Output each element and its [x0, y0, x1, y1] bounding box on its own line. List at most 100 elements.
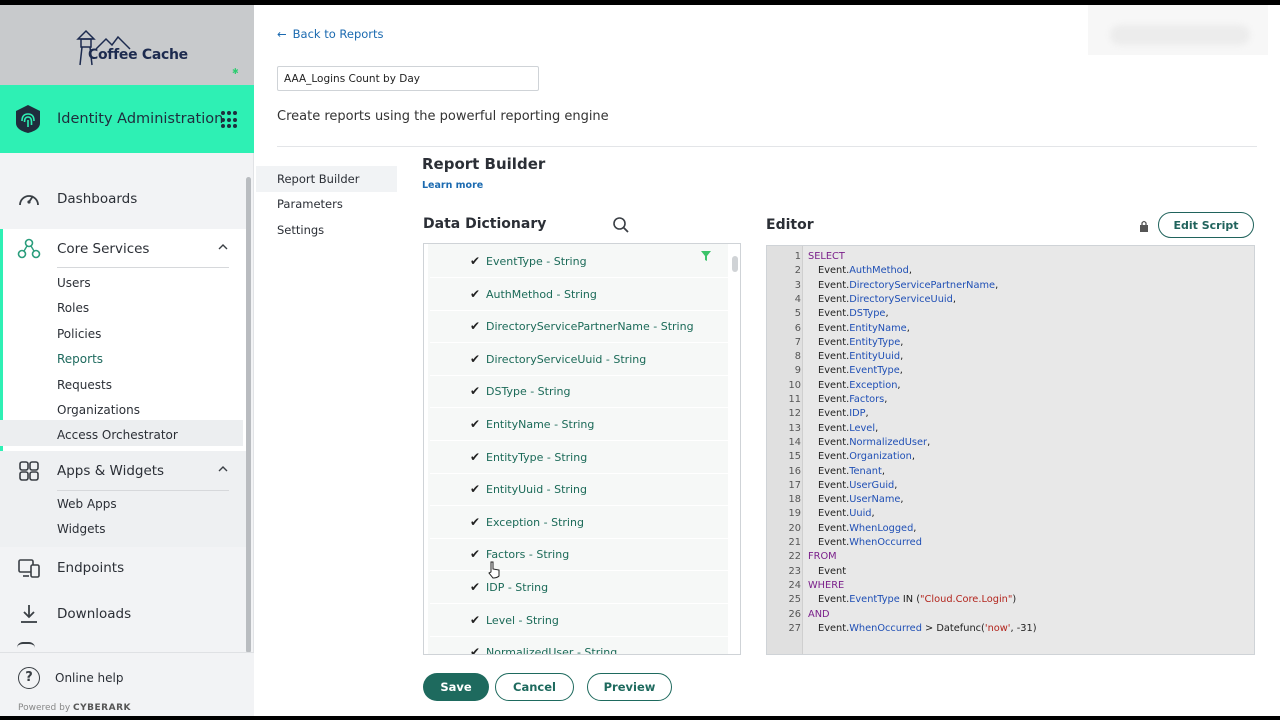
- field-label: DirectoryServicePartnerName - String: [486, 320, 694, 334]
- download-icon: [21, 605, 37, 623]
- code-line: 7 Event.EntityType,: [767, 336, 1247, 350]
- sql-expression: Event.EntityType,: [818, 336, 903, 350]
- checkbox-checked-icon[interactable]: ✔: [470, 646, 482, 654]
- checkbox-checked-icon[interactable]: ✔: [470, 418, 482, 430]
- checkbox-checked-icon[interactable]: ✔: [470, 516, 482, 528]
- list-item[interactable]: ✔ EntityType - String: [430, 442, 728, 474]
- sidebar-item-reports[interactable]: Reports: [57, 352, 103, 366]
- chevron-up-icon[interactable]: [217, 241, 229, 253]
- sql-token: UserGuid: [849, 479, 895, 491]
- sql-token: Event.: [818, 537, 850, 548]
- learn-more-link[interactable]: Learn more: [422, 180, 483, 191]
- cancel-button[interactable]: Cancel: [495, 673, 574, 701]
- sidebar-item-roles[interactable]: Roles: [57, 301, 89, 315]
- code-line: 19 Event.Uuid,: [767, 507, 1247, 521]
- list-item[interactable]: ✔ Factors - String: [430, 539, 728, 572]
- checkbox-checked-icon[interactable]: ✔: [470, 614, 482, 626]
- field-label: NormalizedUser - String: [486, 646, 618, 655]
- sql-expression: Event: [818, 565, 846, 579]
- tab-parameters[interactable]: Parameters: [277, 197, 343, 211]
- list-item[interactable]: ✔ DirectoryServicePartnerName - String: [430, 311, 728, 344]
- sql-editor[interactable]: 1 SELECT 2 Event.AuthMethod, 3 Event.Director…: [766, 245, 1255, 655]
- list-item[interactable]: ✔ NormalizedUser - String: [430, 637, 728, 655]
- line-number: 14: [788, 436, 801, 448]
- sql-keyword: WHERE: [808, 579, 845, 591]
- help-icon[interactable]: ?: [18, 667, 40, 689]
- list-item[interactable]: ✔ Level - String: [430, 605, 728, 637]
- sidebar-item-policies[interactable]: Policies: [57, 327, 101, 341]
- checkbox-checked-icon[interactable]: ✔: [470, 385, 482, 397]
- tab-report-builder[interactable]: Report Builder: [277, 172, 359, 186]
- sidebar-item-access-orchestrator[interactable]: Access Orchestrator: [57, 428, 178, 442]
- data-dictionary-list[interactable]: ✔ EventType - String ✔ AuthMethod - String ✔…: [423, 243, 741, 655]
- field-label: Factors - String: [486, 548, 570, 562]
- code-line: 15 Event.Organization,: [767, 450, 1247, 464]
- filter-icon[interactable]: [700, 250, 712, 262]
- checkbox-checked-icon[interactable]: ✔: [470, 353, 482, 365]
- sidebar: Coffee Cache ✱ Identity Administration D…: [0, 5, 254, 716]
- line-number: 19: [788, 508, 801, 520]
- sidebar-scrollbar[interactable]: [246, 177, 251, 653]
- preview-button[interactable]: Preview: [587, 673, 672, 701]
- sidebar-item-endpoints[interactable]: Endpoints: [0, 548, 246, 588]
- sidebar-item-downloads[interactable]: Downloads: [0, 594, 246, 634]
- list-item[interactable]: ✔ EntityUuid - String: [430, 474, 728, 507]
- sidebar-item-apps-widgets[interactable]: Apps & Widgets: [0, 451, 246, 491]
- sql-expression: Event.DirectoryServicePartnerName,: [818, 279, 998, 293]
- code-line: 21 Event.WhenOccurred: [767, 536, 1247, 550]
- sql-token: EntityName: [849, 322, 907, 334]
- settings-icon[interactable]: [17, 642, 35, 652]
- list-item[interactable]: ✔ EventType - String: [430, 246, 728, 278]
- list-item[interactable]: ✔ AuthMethod - String: [430, 279, 728, 311]
- list-item[interactable]: ✔ EntityName - String: [430, 409, 728, 441]
- field-label: EntityType - String: [486, 450, 588, 464]
- sidebar-item-web-apps[interactable]: Web Apps: [57, 497, 117, 511]
- user-menu-button[interactable]: [1110, 25, 1250, 45]
- sidebar-item-organizations[interactable]: Organizations: [57, 403, 140, 417]
- arrow-left-icon: ←: [277, 27, 287, 41]
- code-line: 2 Event.AuthMethod,: [767, 264, 1247, 278]
- sql-token: Event.: [818, 351, 850, 363]
- checkbox-checked-icon[interactable]: ✔: [470, 451, 482, 463]
- sql-token: ,: [913, 522, 917, 534]
- checkbox-checked-icon[interactable]: ✔: [470, 288, 482, 300]
- online-help-link[interactable]: Online help: [55, 671, 123, 685]
- sql-token: Level: [849, 422, 876, 434]
- line-number: 24: [788, 579, 801, 591]
- chevron-up-icon[interactable]: [217, 463, 229, 475]
- list-item[interactable]: ✔ IDP - String: [430, 572, 728, 604]
- sql-token: DirectoryServicePartnerName: [849, 279, 996, 291]
- sidebar-item-users[interactable]: Users: [57, 276, 91, 290]
- report-name-input[interactable]: [277, 66, 539, 91]
- code-line: 14 Event.NormalizedUser,: [767, 436, 1247, 450]
- checkbox-checked-icon[interactable]: ✔: [470, 483, 482, 495]
- section-title: Report Builder: [422, 155, 546, 173]
- app-window: Coffee Cache ✱ Identity Administration D…: [0, 5, 1280, 716]
- sidebar-item-widgets[interactable]: Widgets: [57, 522, 106, 536]
- save-button[interactable]: Save: [423, 673, 489, 701]
- search-icon[interactable]: [612, 216, 630, 234]
- app-header[interactable]: Identity Administration: [0, 85, 254, 153]
- sql-expression: Event.DSType,: [818, 307, 889, 321]
- sql-token: Factors: [849, 394, 885, 405]
- list-item[interactable]: ✔ DirectoryServiceUuid - String: [430, 344, 728, 376]
- sidebar-item-requests[interactable]: Requests: [57, 378, 112, 392]
- line-number: 6: [794, 322, 801, 334]
- sidebar-item-core-services[interactable]: Core Services: [0, 229, 246, 269]
- tab-settings[interactable]: Settings: [277, 223, 324, 237]
- checkbox-checked-icon[interactable]: ✔: [470, 581, 482, 593]
- line-number: 4: [794, 293, 801, 305]
- sidebar-item-dashboards[interactable]: Dashboards: [0, 179, 246, 219]
- code-line: 12 Event.IDP,: [767, 407, 1247, 421]
- list-scrollbar[interactable]: [732, 256, 738, 272]
- checkbox-checked-icon[interactable]: ✔: [470, 548, 482, 560]
- sql-keyword: FROM: [808, 551, 837, 563]
- list-item[interactable]: ✔ DSType - String: [430, 376, 728, 409]
- sql-expression: Event.WhenLogged,: [818, 522, 916, 536]
- edit-script-button[interactable]: Edit Script: [1158, 212, 1254, 238]
- checkbox-checked-icon[interactable]: ✔: [470, 320, 482, 332]
- app-switcher-icon[interactable]: [221, 111, 239, 129]
- list-item[interactable]: ✔ Exception - String: [430, 507, 728, 539]
- checkbox-checked-icon[interactable]: ✔: [470, 255, 482, 267]
- back-to-reports-link[interactable]: ← Back to Reports: [277, 27, 384, 41]
